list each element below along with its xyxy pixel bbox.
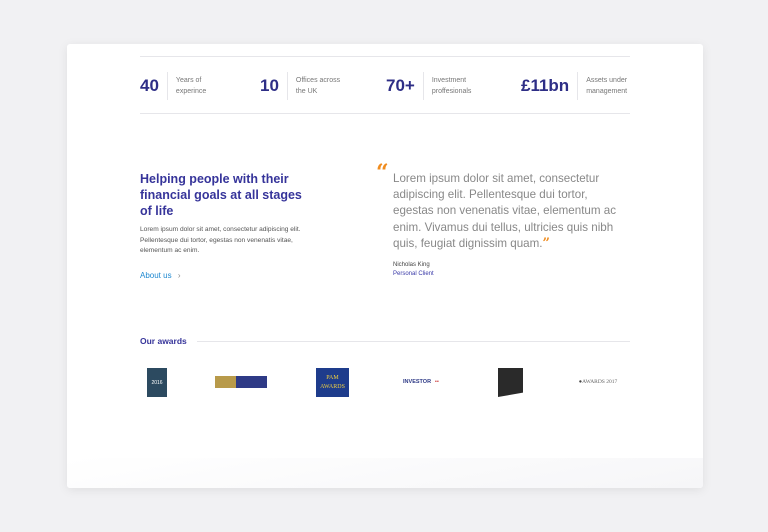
background-decoration xyxy=(67,458,703,488)
stat-label: Years of experince xyxy=(175,77,207,95)
testimonial-quote: Lorem ipsum dolor sit amet, consectetur … xyxy=(393,171,631,252)
stat-assets: £11bn Assets under management xyxy=(521,72,632,100)
stats-row: 40 Years of experince 10 Offices across th… xyxy=(140,72,630,100)
logo-text: PAM AWARDS xyxy=(320,374,345,390)
stat-label: Offices across the UK xyxy=(295,77,341,95)
stat-offices: 10 Offices across the UK xyxy=(260,72,348,100)
logo-text: INVESTOR xyxy=(403,379,432,385)
stat-value: 70+ xyxy=(386,72,424,100)
divider xyxy=(197,341,630,342)
about-us-link[interactable]: About us › xyxy=(140,271,180,280)
moneyfacts-logo xyxy=(498,368,523,397)
intro-heading: Helping people with their financial goal… xyxy=(140,172,302,218)
logo-text: 2016 xyxy=(151,379,163,386)
awards-heading: Our awards xyxy=(140,336,187,346)
divider xyxy=(140,113,630,114)
wealth-awards-logo: ● AWARDS 2017 xyxy=(578,379,618,385)
stat-years: 40 Years of experince xyxy=(140,72,216,100)
stat-professionals: 70+ Investment proffesionals xyxy=(386,72,478,100)
stat-value: £11bn xyxy=(521,72,579,100)
open-quote-icon: “ xyxy=(376,160,389,186)
stat-label: Investment proffesionals xyxy=(431,77,472,95)
chevron-right-icon: › xyxy=(177,271,181,280)
stat-label: Assets under management xyxy=(586,77,628,95)
stat-value: 10 xyxy=(260,72,288,100)
logo-text: AWARDS 2017 xyxy=(582,379,618,385)
stat-value: 40 xyxy=(140,72,168,100)
testimonial-role: Personal Client xyxy=(393,271,434,277)
award-banner-logo xyxy=(215,376,267,388)
award-2016-logo: 2016 xyxy=(147,368,167,397)
about-us-label: About us xyxy=(140,271,172,280)
testimonial-author: Nicholas King xyxy=(393,262,430,268)
intro-body: Lorem ipsum dolor sit amet, consectetur … xyxy=(140,226,301,254)
quote-text: Lorem ipsum dolor sit amet, consectetur … xyxy=(393,172,616,250)
pam-awards-logo: PAM AWARDS xyxy=(316,368,349,397)
growth-investor-logo: INVESTOR ▪▪ xyxy=(403,379,439,385)
close-quote-icon: ” xyxy=(542,235,550,251)
content-card: 40 Years of experince 10 Offices across th… xyxy=(67,44,703,488)
divider xyxy=(140,56,630,57)
